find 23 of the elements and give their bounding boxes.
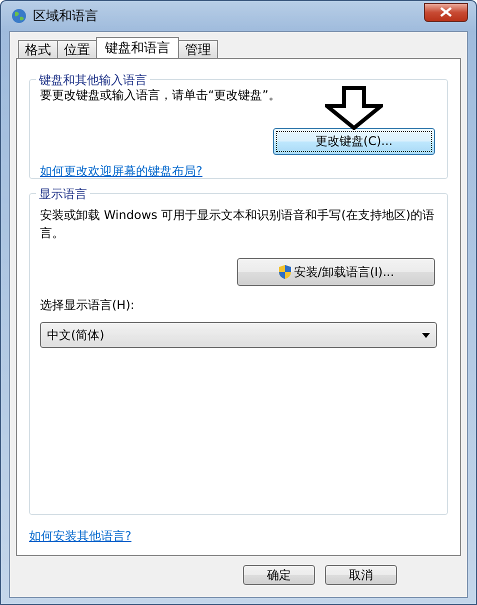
dialog-button[interactable]: 取消 [325,565,397,585]
select-label: 选择显示语言(H): [40,297,136,314]
close-button[interactable] [424,2,468,22]
install-languages-link[interactable]: 如何安装其他语言? [29,528,132,545]
install-language-button[interactable]: 安装/卸载语言(I)... [237,258,435,286]
close-icon [440,7,452,17]
dialog-button[interactable]: 确定 [243,565,315,585]
tab[interactable]: 键盘和语言 [96,37,179,58]
description-text: 要更改键盘或输入语言，请单击“更改键盘”。 [40,87,282,104]
arrow-icon [325,86,383,130]
shield-icon [278,264,292,280]
change-keyboard-button[interactable]: 更改键盘(C)... [273,128,435,155]
tab[interactable]: 格式 [18,40,58,58]
window-title: 区域和语言 [33,8,98,25]
language-dropdown[interactable]: 中文(简体) [40,322,437,348]
keyboard-layout-link[interactable]: 如何更改欢迎屏幕的键盘布局? [40,163,202,180]
group-title: 键盘和其他输入语言 [36,72,150,89]
group-title: 显示语言 [36,186,90,203]
globe-icon [11,8,27,24]
dropdown-arrow-icon [422,332,430,338]
description-text: 安装或卸载 Windows 可用于显示文本和识别语音和手写(在支持地区)的语言。 [40,207,436,242]
tab[interactable]: 管理 [178,40,218,58]
tab[interactable]: 位置 [57,40,97,58]
